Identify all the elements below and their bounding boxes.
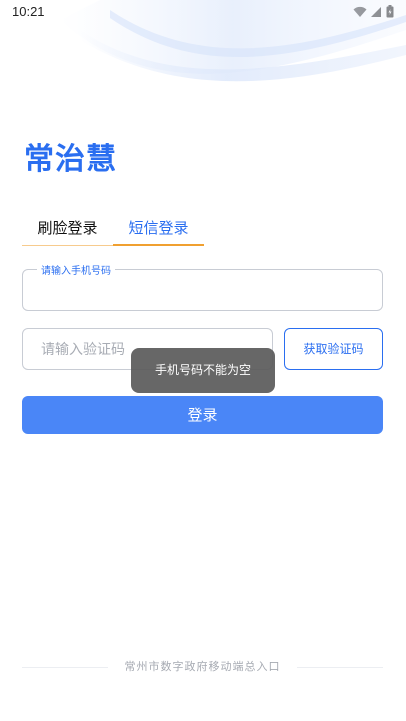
tab-baseline [22,245,113,246]
tab-face-login[interactable]: 刷脸登录 [22,212,113,246]
login-button[interactable]: 登录 [22,396,383,434]
toast-message: 手机号码不能为空 [131,348,275,393]
footer: 常州市数字政府移动端总入口 [22,658,383,676]
phone-field-label: 请输入手机号码 [37,262,115,277]
footer-text: 常州市数字政府移动端总入口 [124,660,281,673]
app-logo: 常治慧 [24,142,117,177]
tab-sms-login[interactable]: 短信登录 [113,212,204,246]
phone-field[interactable]: 请输入手机号码 [22,262,383,311]
footer-divider-left [22,667,108,668]
footer-divider-right [297,667,383,668]
login-tabs: 刷脸登录 短信登录 [22,212,204,246]
get-code-button[interactable]: 获取验证码 [284,328,383,370]
header-wave-decoration [60,0,406,82]
phone-input[interactable] [37,280,367,302]
active-tab-underline [113,244,204,246]
